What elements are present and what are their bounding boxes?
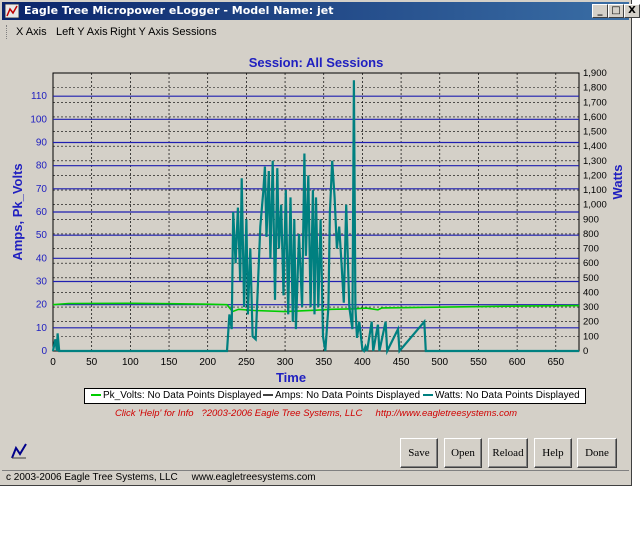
window-title: Eagle Tree Micropower eLogger - Model Na… <box>24 4 334 17</box>
y-right-tick-label: 1,600 <box>583 112 607 123</box>
y-left-tick-label: 110 <box>31 91 47 102</box>
y-left-tick-label: 50 <box>36 230 48 241</box>
y-left-tick-label: 60 <box>36 207 48 218</box>
y-left-tick-label: 10 <box>36 323 48 334</box>
y-left-tick-label: 30 <box>36 277 48 288</box>
y-right-tick-label: 1,500 <box>583 127 607 138</box>
x-tick-label: 250 <box>238 357 255 368</box>
x-tick-label: 350 <box>315 357 332 368</box>
menu-grip <box>6 25 10 39</box>
status-bar: c 2003-2006 Eagle Tree Systems, LLC www.… <box>2 470 629 485</box>
y-right-tick-label: 300 <box>583 302 599 313</box>
x-tick-label: 550 <box>470 357 487 368</box>
y-right-tick-label: 600 <box>583 258 599 269</box>
title-bar[interactable]: Eagle Tree Micropower eLogger - Model Na… <box>2 2 640 20</box>
y-right-axis-label: Watts <box>610 165 625 200</box>
y-right-tick-label: 800 <box>583 229 599 240</box>
x-tick-label: 400 <box>354 357 371 368</box>
app-icon <box>5 4 19 18</box>
y-right-tick-label: 1,200 <box>583 170 607 181</box>
y-left-tick-label: 70 <box>36 184 48 195</box>
y-right-tick-label: 700 <box>583 244 599 255</box>
reload-button[interactable]: Reload <box>488 438 528 468</box>
save-button[interactable]: Save <box>400 438 438 468</box>
done-button[interactable]: Done <box>577 438 617 468</box>
y-right-tick-label: 0 <box>583 346 588 357</box>
legend-label: Amps: No Data Points Displayed <box>275 390 421 401</box>
menu-right-y-axis[interactable]: Right Y Axis <box>110 26 169 38</box>
eagle-tree-logo-icon[interactable] <box>10 442 28 460</box>
y-right-tick-label: 1,700 <box>583 97 607 108</box>
x-tick-label: 200 <box>199 357 216 368</box>
menu-sessions[interactable]: Sessions <box>172 26 217 38</box>
x-tick-label: 50 <box>86 357 98 368</box>
menu-x-axis[interactable]: X Axis <box>16 26 47 38</box>
open-button[interactable]: Open <box>444 438 482 468</box>
y-right-tick-label: 1,400 <box>583 141 607 152</box>
status-text: c 2003-2006 Eagle Tree Systems, LLC www.… <box>6 472 316 483</box>
chart-title: Session: All Sessions <box>249 55 384 70</box>
y-right-tick-label: 500 <box>583 273 599 284</box>
x-tick-label: 500 <box>431 357 448 368</box>
y-right-tick-label: 1,900 <box>583 68 607 79</box>
x-tick-label: 450 <box>393 357 410 368</box>
legend-swatch <box>263 394 273 397</box>
y-right-tick-label: 400 <box>583 287 599 298</box>
legend-swatch <box>423 394 433 397</box>
chart-legend: Pk_Volts: No Data Points Displayed Amps:… <box>84 388 586 404</box>
x-tick-label: 150 <box>161 357 178 368</box>
minimize-button[interactable]: _ <box>592 4 608 18</box>
legend-label: Pk_Volts: No Data Points Displayed <box>103 390 262 401</box>
y-right-tick-label: 100 <box>583 331 599 342</box>
y-right-tick-label: 200 <box>583 317 599 328</box>
close-button[interactable]: X <box>624 4 640 18</box>
maximize-button[interactable]: □ <box>608 4 624 18</box>
y-right-tick-label: 1,100 <box>583 185 607 196</box>
y-left-tick-label: 100 <box>30 114 47 125</box>
legend-swatch <box>91 394 101 397</box>
y-right-tick-label: 900 <box>583 214 599 225</box>
y-left-tick-label: 20 <box>36 300 48 311</box>
y-left-tick-label: 80 <box>36 161 48 172</box>
x-tick-label: 0 <box>50 357 56 368</box>
menu-bar: X Axis Left Y Axis Right Y Axis Sessions <box>2 22 629 42</box>
session-chart[interactable]: Session: All Sessions0 50 100 150 200 250 300 3… <box>0 48 632 388</box>
x-tick-label: 600 <box>509 357 526 368</box>
y-left-tick-label: 0 <box>41 346 47 357</box>
y-left-axis-label: Amps, Pk_Volts <box>10 163 25 260</box>
y-right-tick-label: 1,800 <box>583 83 607 94</box>
y-left-tick-label: 40 <box>36 253 48 264</box>
x-tick-label: 300 <box>277 357 294 368</box>
legend-item-watts: Watts: No Data Points Displayed <box>423 390 580 401</box>
y-right-tick-label: 1,000 <box>583 200 607 211</box>
legend-item-pk-volts: Pk_Volts: No Data Points Displayed <box>91 390 261 401</box>
help-button[interactable]: Help <box>534 438 572 468</box>
legend-item-amps: Amps: No Data Points Displayed <box>263 390 420 401</box>
y-right-tick-label: 1,300 <box>583 156 607 167</box>
x-tick-label: 650 <box>547 357 564 368</box>
credits-text: Click 'Help' for Info ?2003-2006 Eagle T… <box>114 408 518 419</box>
x-tick-label: 100 <box>122 357 139 368</box>
app-window: Eagle Tree Micropower eLogger - Model Na… <box>0 0 640 486</box>
x-axis-label: Time <box>276 370 306 385</box>
y-left-tick-label: 90 <box>36 138 48 149</box>
menu-left-y-axis[interactable]: Left Y Axis <box>56 26 108 38</box>
legend-label: Watts: No Data Points Displayed <box>435 390 580 401</box>
